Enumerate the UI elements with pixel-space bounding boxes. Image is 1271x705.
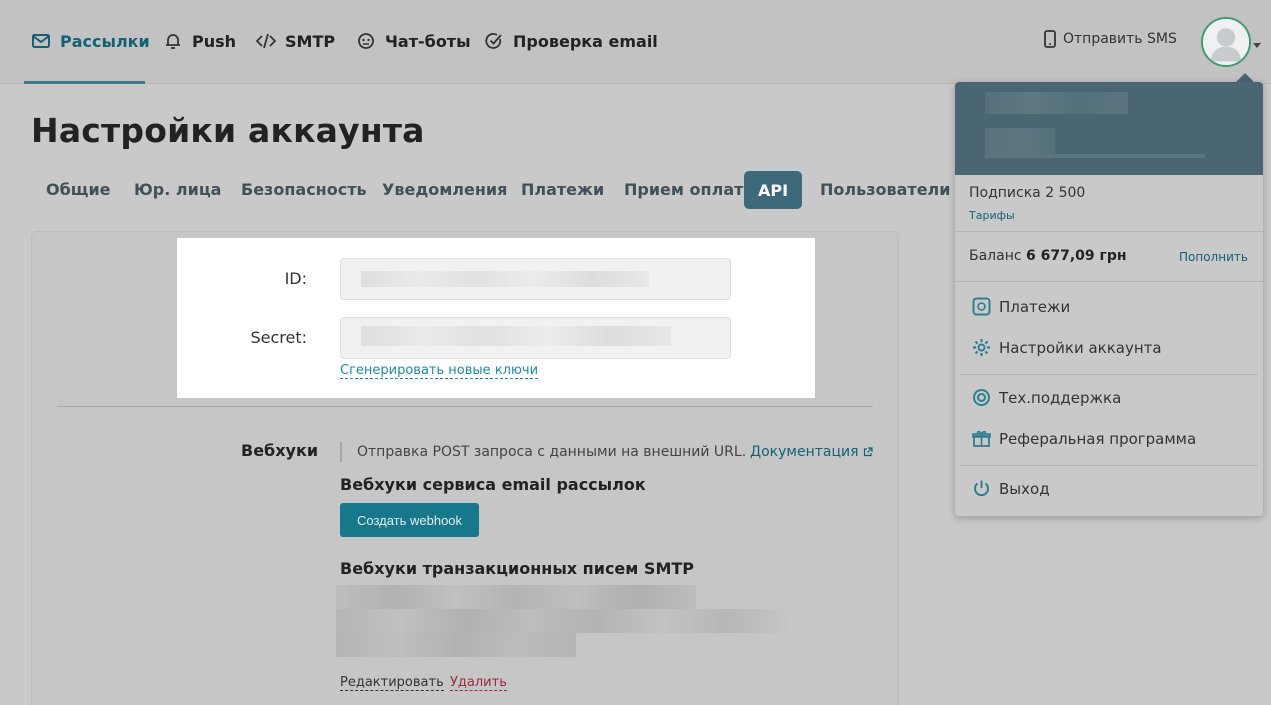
menu-item-logout[interactable]: Выход [972,479,1050,498]
redacted-account-line [985,154,1205,158]
nav-item-push[interactable]: Push [163,29,236,53]
divider [955,281,1263,282]
account-menu: Подписка 2 500 Тарифы Баланс 6 677,09 гр… [955,82,1263,516]
redacted-account-name [985,92,1128,114]
secret-label: Secret: [250,328,307,347]
nav-item-label: Push [192,31,237,51]
nav-item-label: Чат-боты [385,31,471,51]
check-circle-icon [485,33,502,49]
redacted-account-email [985,128,1055,154]
nav-item-email-verification[interactable]: Проверка email [484,29,658,53]
nav-item-label: SMTP [285,31,336,51]
power-icon [974,480,989,497]
top-up-link[interactable]: Пополнить [1179,250,1248,264]
divider [955,231,1263,232]
divider [57,406,873,407]
tab-general[interactable]: Общие [46,180,111,199]
nav-item-mailings[interactable]: Рассылки [31,29,150,53]
delete-webhook-link[interactable]: Удалить [450,675,507,691]
page-title: Настройки аккаунта [31,111,425,150]
create-webhook-button[interactable]: Создать webhook [340,503,479,537]
send-sms-link[interactable]: Отправить SMS [1043,30,1177,48]
tab-notifications[interactable]: Уведомления [382,180,507,199]
webhooks-note-text: Отправка POST запроса с данными на внешн… [357,444,747,460]
tab-payment-acceptance[interactable]: Прием оплат [624,180,743,199]
edit-webhook-link[interactable]: Редактировать [340,675,444,691]
menu-item-payments[interactable]: Платежи [972,297,1070,316]
redacted-webhook-url [336,585,696,609]
menu-item-label: Платежи [999,297,1071,316]
balance-label: Баланс [969,248,1022,264]
webhooks-note: Отправка POST запроса с данными на внешн… [340,442,873,462]
tab-security[interactable]: Безопасность [241,180,367,199]
api-secret-field[interactable] [340,317,731,359]
menu-item-label: Тех.поддержка [999,388,1122,407]
menu-item-label: Выход [999,479,1050,498]
email-webhooks-heading: Вебхуки сервиса email рассылок [340,475,646,494]
plans-link[interactable]: Тарифы [969,209,1015,222]
nav-item-label: Рассылки [60,31,150,51]
redacted-value [361,326,671,346]
tab-api[interactable]: API [744,171,802,209]
account-menu-header [955,82,1263,175]
smtp-webhooks-heading: Вебхуки транзакционных писем SMTP [340,559,695,578]
menu-item-label: Настройки аккаунта [999,338,1162,357]
tab-payments[interactable]: Платежи [521,180,604,199]
divider [960,465,1258,466]
code-icon [256,33,276,49]
mail-icon [32,34,50,48]
menu-item-label: Реферальная программа [999,429,1197,448]
gift-icon [972,430,991,447]
phone-icon [1044,30,1056,48]
divider [960,374,1258,375]
user-silhouette-icon [1203,19,1249,65]
chatbot-icon [358,33,374,49]
redacted-value [361,271,649,287]
send-sms-label: Отправить SMS [1063,31,1177,47]
tab-legal-entities[interactable]: Юр. лица [134,180,221,199]
balance: Баланс 6 677,09 грн [969,248,1127,264]
redacted-webhook-events [336,609,792,633]
api-id-field[interactable] [340,258,731,300]
gear-icon [973,339,990,356]
lifebuoy-icon [973,389,990,406]
external-link-icon [863,447,873,457]
avatar[interactable] [1201,17,1251,67]
regenerate-keys-link[interactable]: Сгенерировать новые ключи [340,363,539,379]
bell-icon [166,34,180,49]
menu-item-account-settings[interactable]: Настройки аккаунта [972,338,1162,357]
redacted-webhook-details [336,633,576,657]
nav-item-label: Проверка email [513,31,658,51]
subscription-label: Подписка 2 500 [969,185,1086,201]
active-nav-indicator [24,81,145,84]
balance-value: 6 677,09 грн [1026,248,1127,264]
api-keys-panel: ID: Secret: Сгенерировать новые ключи [177,238,815,398]
documentation-link[interactable]: Документация [750,443,858,461]
tab-users[interactable]: Пользователи [820,180,950,199]
payments-icon [972,297,991,316]
id-label: ID: [284,269,307,288]
nav-item-smtp[interactable]: SMTP [256,29,335,53]
chevron-down-icon[interactable] [1253,43,1261,48]
nav-item-chatbots[interactable]: Чат-боты [356,29,471,53]
menu-item-referral[interactable]: Реферальная программа [972,429,1196,448]
top-navigation: Рассылки Push SMTP Чат-боты Проверка ema… [0,0,1271,84]
menu-item-support[interactable]: Тех.поддержка [972,388,1121,407]
webhooks-label: Вебхуки [241,441,319,460]
